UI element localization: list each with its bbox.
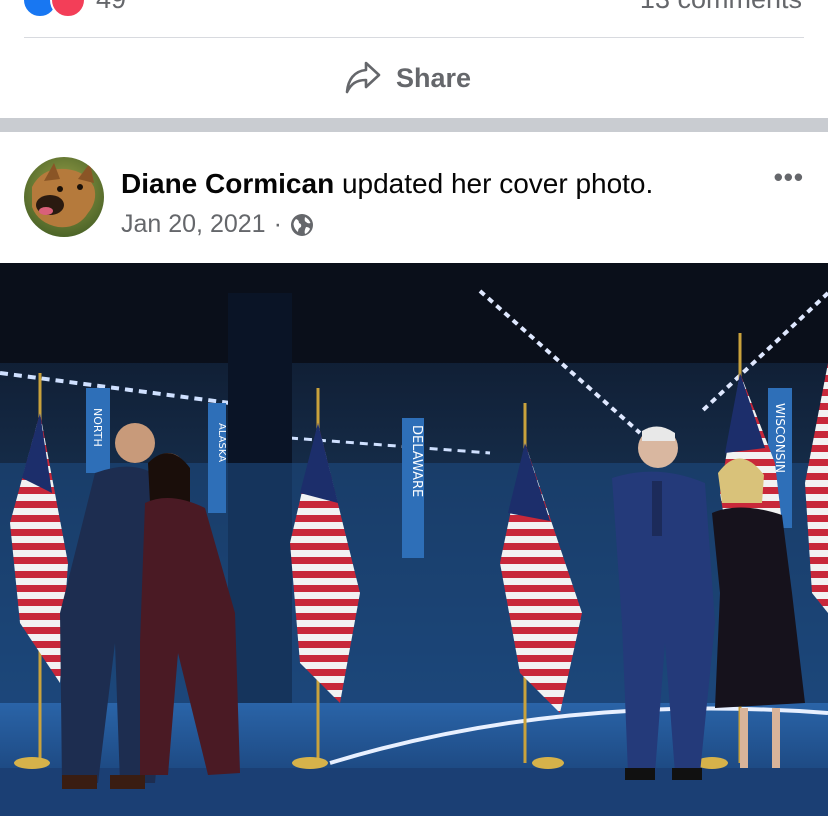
- comments-count[interactable]: 13 comments: [640, 0, 802, 15]
- sign-delaware: DELAWARE: [409, 425, 424, 497]
- reaction-count[interactable]: 49: [96, 0, 126, 15]
- share-button[interactable]: Share: [344, 58, 471, 98]
- post-date[interactable]: Jan 20, 2021: [121, 210, 266, 239]
- sign-alaska: ALASKA: [216, 423, 227, 462]
- post-header: Diane Cormican updated her cover photo. …: [0, 132, 828, 263]
- globe-icon[interactable]: [290, 213, 314, 237]
- meta-separator: ·: [273, 210, 282, 238]
- bottom-strip: [0, 816, 828, 831]
- post-author-line: Diane Cormican updated her cover photo.: [121, 168, 653, 200]
- feed-separator: [0, 118, 828, 132]
- post-meta: Jan 20, 2021 ·: [121, 210, 314, 239]
- divider: [24, 37, 804, 38]
- more-options-button[interactable]: •••: [774, 162, 804, 193]
- cover-photo[interactable]: DELAWARE WISCONSIN NORTH ALASKA: [0, 263, 828, 816]
- sign-north: NORTH: [91, 408, 104, 447]
- share-label: Share: [396, 62, 472, 93]
- author-name[interactable]: Diane Cormican: [121, 168, 334, 199]
- post-action-text: updated her cover photo.: [334, 168, 654, 199]
- previous-post-footer: 49 13 comments Share: [0, 0, 828, 118]
- more-icon: •••: [773, 162, 804, 192]
- love-reaction-icon: [50, 0, 86, 18]
- avatar[interactable]: [24, 157, 104, 237]
- share-icon: [345, 61, 381, 94]
- sign-wisconsin: WISCONSIN: [773, 403, 787, 473]
